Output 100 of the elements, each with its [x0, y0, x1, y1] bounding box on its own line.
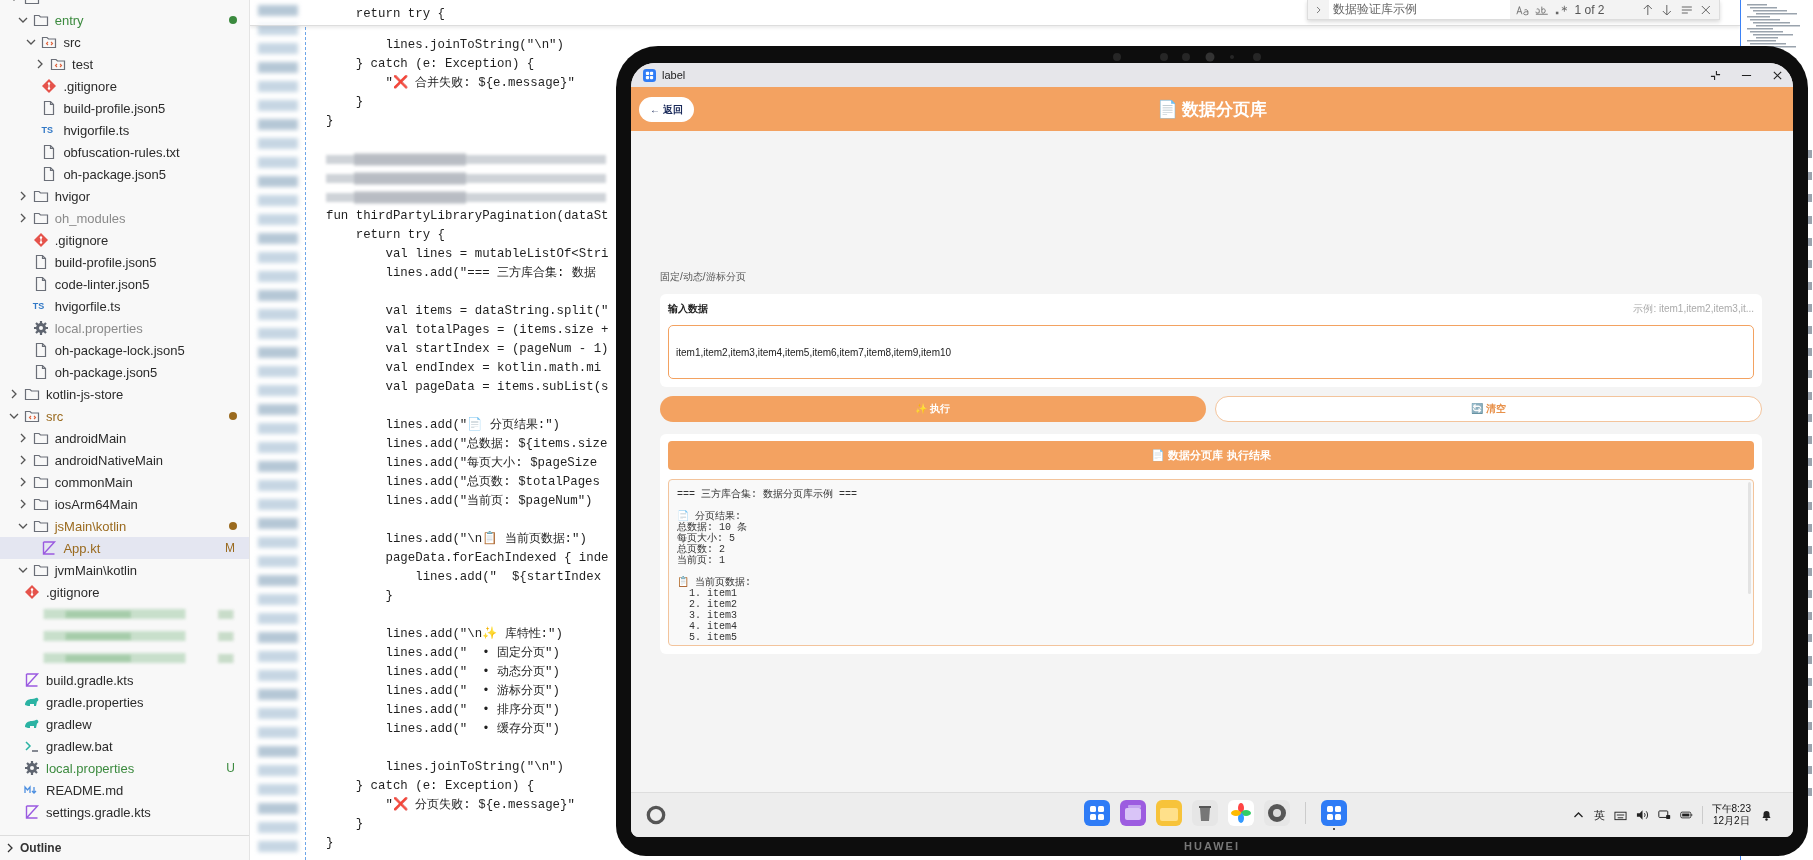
restore-icon[interactable]	[1710, 69, 1721, 81]
tree-item[interactable]: jsMain\kotlin	[0, 515, 249, 537]
subtitle: 固定/动态/游标分页	[660, 270, 747, 284]
git-status-letter: M	[225, 541, 235, 555]
kotlin-icon	[24, 672, 40, 688]
settings-icon[interactable]	[1264, 800, 1290, 826]
tree-item[interactable]: iosArm64Main	[0, 493, 249, 515]
tree-item[interactable]: gradle.properties	[0, 691, 249, 713]
tree-item[interactable]: test	[0, 53, 249, 75]
folder-icon	[32, 12, 49, 28]
gear-icon	[32, 320, 49, 336]
tree-item[interactable]: .gitignore	[0, 229, 249, 251]
code-line: lines.add(" • 动态分页")	[384, 664, 560, 681]
speaker-icon[interactable]	[1635, 809, 1649, 821]
find-field[interactable]: 数据验证库示例	[1329, 0, 1510, 19]
terminal-icon	[24, 738, 40, 754]
tree-item[interactable]: .gitignore	[0, 75, 249, 97]
tree-item[interactable]: commonMain	[0, 471, 249, 493]
tree-item[interactable]: App.kt M	[0, 537, 249, 559]
photos-icon[interactable]	[1228, 800, 1254, 826]
code-line: val startIndex = (pageNum - 1)	[384, 341, 609, 358]
code-line: val items = dataString.split("	[384, 303, 609, 320]
code-line: val pageData = items.subList(s	[384, 379, 609, 396]
typescript-icon: TS	[32, 298, 49, 314]
code-line: }	[354, 816, 364, 833]
app-grid-icon[interactable]	[1084, 800, 1110, 826]
tree-item[interactable]: TS hvigorfile.ts	[0, 295, 249, 317]
tree-item[interactable]: androidMain	[0, 427, 249, 449]
tree-item[interactable]: code-linter.json5	[0, 273, 249, 295]
clock-time: 下午8:23	[1711, 803, 1751, 815]
tree-item[interactable]: kotlin-js-store	[0, 383, 249, 405]
tree-item[interactable]: src	[0, 405, 249, 427]
arrow-down-icon[interactable]	[1660, 3, 1674, 16]
code-line: lines.add(" • 排序分页")	[384, 702, 560, 719]
kotlin-icon	[24, 804, 40, 820]
git-icon	[32, 232, 49, 248]
code-line: lines.add(" • 缓存分页")	[384, 721, 560, 738]
input-label: 输入数据	[668, 302, 708, 316]
monitor-icon[interactable]	[1657, 809, 1671, 821]
tree-item[interactable]: oh-package-lock.json5	[0, 339, 249, 361]
code-line: lines.add(" • 固定分页")	[384, 645, 560, 662]
code-line: }	[384, 588, 393, 605]
keyboard-icon[interactable]	[1613, 809, 1627, 821]
code-line: lines.add("当前页: $pageNum")	[384, 493, 593, 510]
source-folder-icon	[50, 56, 67, 72]
page-title: 📄 数据分页库	[1156, 98, 1268, 121]
code-line: val lines = mutableListOf<Stri	[384, 246, 609, 263]
code-line: lines.add("每页大小: $pageSize	[384, 455, 598, 472]
code-line: } catch (e: Exception) {	[354, 56, 535, 73]
input-field[interactable]: item1,item2,item3,item4,item5,item6,item7,item8,item9,item10	[668, 325, 1754, 379]
tree-item[interactable]: gradlew	[0, 713, 249, 735]
back-button[interactable]: ← 返回	[639, 97, 694, 122]
code-line: val endIndex = kotlin.math.mi	[384, 360, 602, 377]
folder-icon	[32, 452, 49, 468]
assistant-ring-icon[interactable]	[645, 804, 667, 826]
git-status-letter: U	[226, 761, 235, 775]
code-line: } catch (e: Exception) {	[354, 778, 535, 795]
tree-item[interactable]: local.properties U	[0, 757, 249, 779]
tree-item[interactable]: src	[0, 31, 249, 53]
code-line: lines.add("总数据: ${items.size	[384, 436, 608, 453]
close-icon[interactable]	[1772, 69, 1783, 81]
code-line: val totalPages = (items.size +	[384, 322, 609, 339]
battery-icon[interactable]	[1679, 809, 1693, 821]
tree-item[interactable]: oh-package.json5	[0, 361, 249, 383]
window-title: label	[662, 69, 686, 81]
regex-icon[interactable]	[1554, 3, 1569, 16]
device-brand: HUAWEI	[1183, 840, 1241, 852]
input-method-indicator[interactable]: 英	[1593, 807, 1605, 823]
tree-item[interactable]: build.gradle.kts	[0, 669, 249, 691]
code-line: lines.add("总页数: $totalPages	[384, 474, 600, 491]
code-line: lines.add("\n✨ 库特性:")	[384, 625, 563, 643]
result-header: 📄 数据分页库 执行结果	[668, 441, 1754, 470]
code-line: pageData.forEachIndexed { inde	[384, 550, 609, 567]
bell-icon[interactable]	[1760, 809, 1773, 821]
tree-item[interactable]: README.md	[0, 779, 249, 801]
arrow-up-icon[interactable]	[1640, 3, 1655, 16]
code-line: "❌ 合并失败: ${e.message}"	[384, 74, 575, 92]
app-grid-icon[interactable]	[1321, 800, 1347, 830]
trash-icon[interactable]	[1192, 800, 1218, 826]
code-line: "❌ 分页失败: ${e.message}"	[384, 796, 575, 814]
tree-item[interactable]: entry	[0, 9, 249, 31]
git-icon	[41, 78, 58, 94]
tree-item[interactable]: hvigor	[0, 185, 249, 207]
tree-item[interactable]: build-profile.json5	[0, 251, 249, 273]
match-count: 1 of 2	[1574, 2, 1605, 17]
tree-item[interactable]: obfuscation-rules.txt	[0, 141, 249, 163]
tree-item[interactable]: gradlew.bat	[0, 735, 249, 757]
tree-item[interactable]: build-profile.json5	[0, 97, 249, 119]
tree-item[interactable]: oh-package.json5	[0, 163, 249, 185]
windows-icon[interactable]	[1120, 800, 1146, 826]
tree-item[interactable]: jvmMain\kotlin	[0, 559, 249, 581]
app-grid-icon	[643, 68, 656, 82]
tree-item[interactable]: TS hvigorfile.ts	[0, 119, 249, 141]
source-folder-icon	[24, 408, 40, 424]
outline-header[interactable]: Outline	[0, 835, 249, 860]
tree-item[interactable]: settings.gradle.kts	[0, 801, 249, 823]
match-case-icon[interactable]	[1515, 3, 1530, 16]
tree-item[interactable]: androidNativeMain	[0, 449, 249, 471]
tree-item[interactable]: .gitignore	[0, 581, 249, 603]
code-line: lines.joinToString("\n")	[384, 37, 564, 54]
